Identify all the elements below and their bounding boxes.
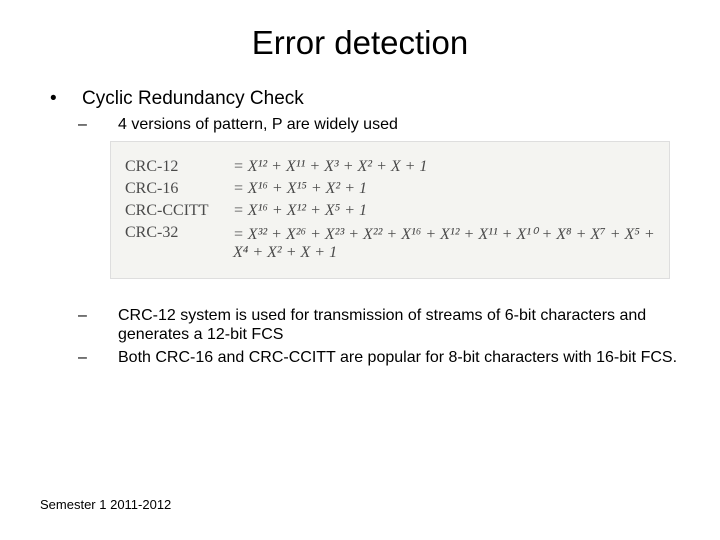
cropped-edge-bottom <box>111 264 669 274</box>
formula-row-crc32: CRC-32 = X³² + X²⁶ + X²³ + X²² + X¹⁶ + X… <box>111 222 669 264</box>
formula-row-crc12: CRC-12 = X¹² + X¹¹ + X³ + X² + X + 1 <box>111 156 669 178</box>
slide-footer: Semester 1 2011-2012 <box>40 497 171 512</box>
cropped-edge-top <box>111 146 669 156</box>
formula-poly: = X³² + X²⁶ + X²³ + X²² + X¹⁶ + X¹² + X¹… <box>233 224 655 262</box>
formula-poly: = X¹⁶ + X¹² + X⁵ + 1 <box>233 202 655 220</box>
bullet-main: Cyclic Redundancy Check <box>66 88 680 110</box>
formula-name: CRC-16 <box>125 180 233 198</box>
slide: Error detection Cyclic Redundancy Check … <box>0 0 720 540</box>
bullet-sub-2: CRC-12 system is used for transmission o… <box>98 307 680 345</box>
formula-row-crc-ccitt: CRC-CCITT = X¹⁶ + X¹² + X⁵ + 1 <box>111 200 669 222</box>
formula-name: CRC-CCITT <box>125 202 233 220</box>
formula-poly: = X¹² + X¹¹ + X³ + X² + X + 1 <box>233 158 655 176</box>
formula-row-crc16: CRC-16 = X¹⁶ + X¹⁵ + X² + 1 <box>111 178 669 200</box>
formula-name: CRC-32 <box>125 224 233 242</box>
formula-name: CRC-12 <box>125 158 233 176</box>
slide-title: Error detection <box>40 24 680 62</box>
formula-image: CRC-12 = X¹² + X¹¹ + X³ + X² + X + 1 CRC… <box>110 141 670 279</box>
formula-poly: = X¹⁶ + X¹⁵ + X² + 1 <box>233 180 655 198</box>
bullet-sub-1: 4 versions of pattern, P are widely used <box>98 116 680 135</box>
bullet-sub-3: Both CRC-16 and CRC-CCITT are popular fo… <box>98 349 680 368</box>
